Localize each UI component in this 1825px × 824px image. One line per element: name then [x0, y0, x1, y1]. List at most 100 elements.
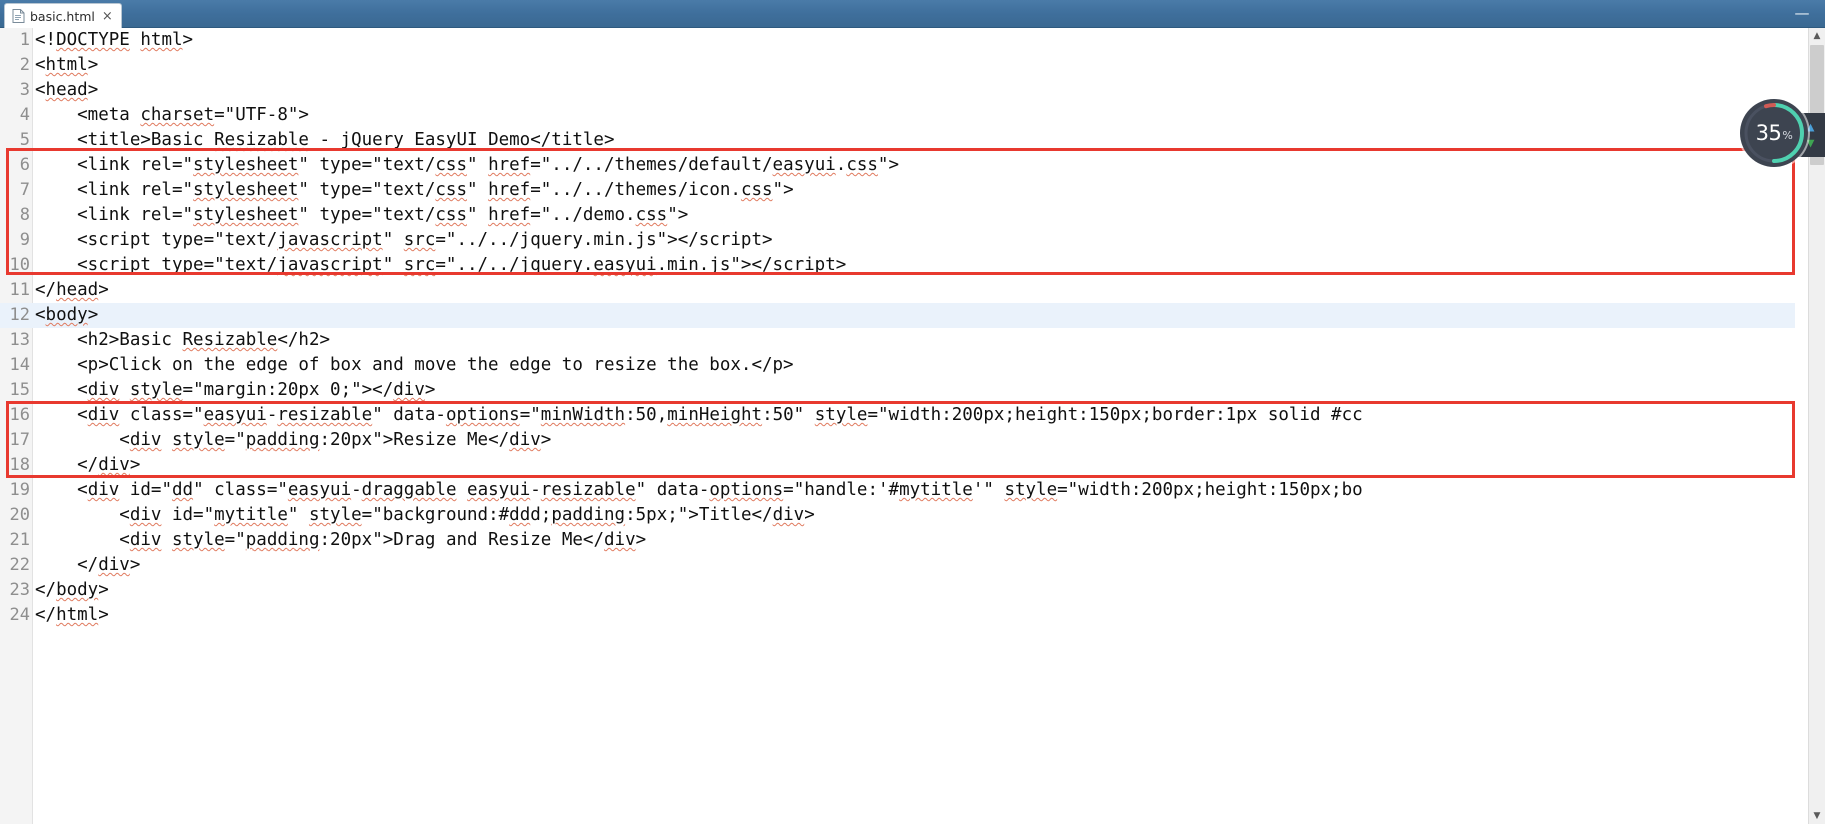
spellcheck-underline: src	[403, 230, 436, 250]
line-number: 5	[19, 130, 30, 150]
code-line-text: <div id="mytitle" style="background:#ddd…	[35, 505, 815, 525]
code-line[interactable]: 11 </head>	[0, 278, 1795, 303]
code-line-text: </div>	[35, 455, 141, 475]
line-number: 2	[19, 55, 30, 75]
code-line-text: <!DOCTYPE html>	[35, 30, 194, 50]
code-line[interactable]: 10 <script type="text/javascript" src=".…	[0, 253, 1795, 278]
code-line[interactable]: 1 <!DOCTYPE html>	[0, 28, 1795, 53]
spellcheck-underline: src	[403, 255, 436, 275]
line-number: 13	[9, 330, 30, 350]
progress-ring: 35%	[1740, 99, 1808, 167]
spellcheck-underline: div	[98, 555, 130, 575]
spellcheck-underline: div	[87, 380, 120, 400]
spellcheck-underline: div	[129, 530, 162, 550]
spellcheck-underline: href	[488, 155, 531, 175]
code-line[interactable]: 23 </body>	[0, 578, 1795, 603]
code-line-text: <meta charset="UTF-8">	[35, 105, 309, 125]
code-line[interactable]: 8 <link rel="stylesheet" type="text/css"…	[0, 203, 1795, 228]
line-number: 10	[9, 255, 30, 275]
spellcheck-underline: html	[140, 30, 183, 50]
spellcheck-underline: href	[488, 180, 531, 200]
code-line[interactable]: 16 <div class="easyui-resizable" data-op…	[0, 403, 1795, 428]
progress-number: 35	[1755, 121, 1782, 145]
close-icon[interactable]: ×	[100, 10, 113, 23]
scroll-up-icon[interactable]: ▲	[1809, 28, 1825, 44]
line-number: 14	[9, 355, 30, 375]
spellcheck-underline: padding	[245, 430, 320, 450]
spellcheck-underline: mytitle	[214, 505, 288, 525]
spellcheck-underline: css	[635, 205, 668, 225]
line-number: 18	[9, 455, 30, 475]
code-line[interactable]: 7 <link rel="stylesheet" type="text/css"…	[0, 178, 1795, 203]
spellcheck-underline: minWidth	[540, 405, 626, 425]
progress-badge[interactable]: ▲ ▼ 35%	[1740, 99, 1825, 171]
spellcheck-underline: easyui	[772, 155, 836, 175]
code-line-text: </body>	[35, 580, 109, 600]
document-icon	[12, 9, 25, 23]
spellcheck-underline: easyui	[203, 405, 267, 425]
scroll-down-icon[interactable]: ▼	[1809, 808, 1825, 824]
code-line[interactable]: 18 </div>	[0, 453, 1795, 478]
minimize-button[interactable]: —	[1789, 2, 1815, 24]
code-line[interactable]: 17 <div style="padding:20px">Resize Me</…	[0, 428, 1795, 453]
code-line-text: <div id="dd" class="easyui-draggable eas…	[35, 480, 1363, 500]
line-number: 12	[9, 305, 30, 325]
line-number: 22	[9, 555, 30, 575]
code-line-text: </html>	[35, 605, 109, 625]
code-line[interactable]: 19 <div id="dd" class="easyui-draggable …	[0, 478, 1795, 503]
spellcheck-underline: css	[740, 180, 773, 200]
spellcheck-underline: style	[308, 505, 362, 525]
spellcheck-underline: easyui	[593, 255, 657, 275]
code-line[interactable]: 21 <div style="padding:20px">Drag and Re…	[0, 528, 1795, 553]
code-editor[interactable]: 1 <!DOCTYPE html> 2 <html> 3 <head> 4 <meta ch…	[0, 28, 1825, 824]
code-line-text: </div>	[35, 555, 141, 575]
spellcheck-underline: DOCTYPE	[56, 30, 130, 50]
spellcheck-underline: Resizable	[214, 130, 309, 150]
spellcheck-underline: css	[435, 180, 467, 200]
code-line[interactable]: 24 </html>	[0, 603, 1795, 628]
spellcheck-underline: mytitle	[899, 480, 973, 500]
line-number: 23	[9, 580, 30, 600]
code-line-text: <p>Click on the edge of box and move the…	[35, 355, 794, 375]
spellcheck-underline: html	[56, 605, 99, 625]
line-number: 11	[9, 280, 30, 300]
code-line[interactable]: 2 <html>	[0, 53, 1795, 78]
code-line[interactable]: 22 </div>	[0, 553, 1795, 578]
line-number: 20	[9, 505, 30, 525]
spellcheck-underline: body	[56, 580, 99, 600]
spellcheck-underline: style	[171, 430, 225, 450]
code-line[interactable]: 5 <title>Basic Resizable - jQuery EasyUI…	[0, 128, 1795, 153]
code-line-text: <html>	[35, 55, 99, 75]
code-line[interactable]: 13 <h2>Basic Resizable</h2>	[0, 328, 1795, 353]
code-text-area[interactable]: 1 <!DOCTYPE html> 2 <html> 3 <head> 4 <meta ch…	[0, 28, 1795, 824]
spellcheck-underline: options	[445, 405, 520, 425]
spellcheck-underline: javascript	[277, 230, 383, 250]
spellcheck-underline: stylesheet	[193, 205, 299, 225]
code-line-text: <head>	[35, 80, 99, 100]
code-line[interactable]: 3 <head>	[0, 78, 1795, 103]
progress-unit: %	[1782, 129, 1793, 142]
editor-tab-label: basic.html	[30, 8, 95, 24]
spellcheck-underline: easyui	[287, 480, 352, 500]
spellcheck-underline: href	[488, 205, 531, 225]
line-number: 17	[9, 430, 30, 450]
code-line-text: <link rel="stylesheet" type="text/css" h…	[35, 155, 899, 175]
code-line[interactable]: 14 <p>Click on the edge of box and move …	[0, 353, 1795, 378]
spellcheck-underline: css	[846, 155, 878, 175]
spellcheck-underline: css	[435, 155, 467, 175]
spellcheck-underline: div	[393, 380, 425, 400]
code-line[interactable]: 15 <div style="margin:20px 0;"></div>	[0, 378, 1795, 403]
code-line[interactable]: 20 <div id="mytitle" style="background:#…	[0, 503, 1795, 528]
spellcheck-underline: style	[814, 405, 868, 425]
code-line-text: <body>	[35, 305, 99, 325]
code-line[interactable]: 6 <link rel="stylesheet" type="text/css"…	[0, 153, 1795, 178]
code-line[interactable]: 12 <body>	[0, 303, 1795, 328]
spellcheck-underline: div	[87, 405, 120, 425]
code-line[interactable]: 9 <script type="text/javascript" src="..…	[0, 228, 1795, 253]
editor-tab-basic-html[interactable]: basic.html ×	[4, 3, 122, 28]
code-line[interactable]: 4 <meta charset="UTF-8">	[0, 103, 1795, 128]
spellcheck-underline: padding	[551, 505, 626, 525]
spellcheck-underline: easyui	[467, 480, 531, 500]
spellcheck-underline: dd	[509, 505, 531, 525]
line-number: 15	[9, 380, 30, 400]
